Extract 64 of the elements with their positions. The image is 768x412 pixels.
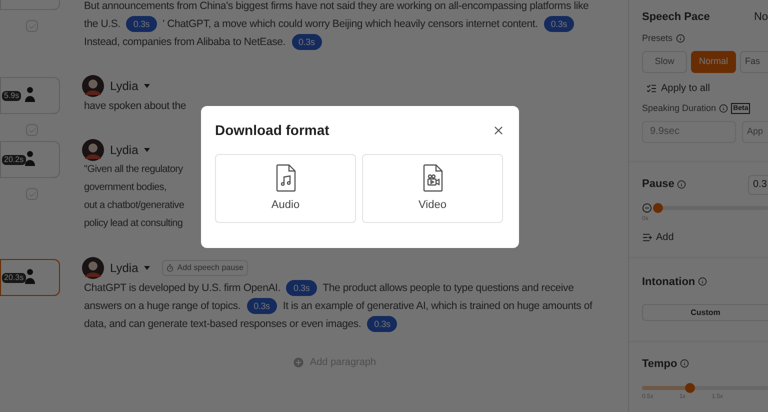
paragraph-line: "Given all the regulatory: [83, 163, 184, 177]
slider-thumb[interactable]: [684, 383, 695, 393]
timer-icon: [166, 264, 174, 272]
scene-thumbnail[interactable]: 20.3s: [0, 259, 60, 296]
pause-tag[interactable]: 0.3s: [292, 34, 322, 50]
section-title: Intonation: [642, 274, 696, 290]
info-icon[interactable]: [676, 34, 685, 43]
preset-button[interactable]: Normal: [691, 51, 736, 73]
add-speech-pause-button[interactable]: Add speech pause: [162, 260, 248, 276]
caret-icon: [144, 266, 150, 270]
info-icon[interactable]: [698, 277, 708, 286]
person-icon: [25, 268, 35, 284]
caret-icon: [144, 84, 150, 88]
section-title: Tempo: [642, 356, 678, 372]
section-title: Speech Pace: [642, 10, 710, 25]
format-option[interactable]: Audio: [215, 154, 356, 223]
duration-label: 5.9s: [2, 90, 22, 100]
avatar-icon: [82, 75, 104, 97]
video-file-icon: [422, 164, 442, 192]
paragraph-text[interactable]: But announcements from China's biggest firms have not said they are working on all-encompassing platforms like the U.S. 0.3s ' ChatGPT, a move which could worry Beijing which heavily censors internet content. 0.3s Instead, companies from Alibaba to NetEase. 0.3s: [82, 0, 607, 51]
apply-to-all-button[interactable]: Apply to all: [646, 81, 710, 96]
paragraph-line: government bodies,: [83, 181, 168, 195]
section-title: Pause: [642, 177, 674, 192]
paragraph-line: policy lead at consulting: [83, 217, 184, 231]
person-icon: [25, 150, 35, 166]
paragraph-text[interactable]: ChatGPT is developed by U.S. firm OpenAI. 0.3s The product allows people to type questions and receive answers on a huge range of topics. 0.3s It is an example of generative AI, which is trained on huge amounts of data, and can generate text-based responses or even images. 0.3s: [82, 279, 607, 333]
presets-label: Presets: [642, 32, 673, 44]
info-icon[interactable]: [677, 180, 686, 189]
speaker-dropdown[interactable]: Lydia: [108, 141, 152, 159]
pause-tag[interactable]: 0.3s: [286, 280, 317, 296]
pause-value-field[interactable]: 0.3: [748, 174, 768, 194]
pause-tag[interactable]: 0.3s: [246, 298, 277, 314]
pace-value: No: [754, 10, 768, 25]
scene-thumbnail[interactable]: 5.9s: [0, 77, 60, 114]
preset-button[interactable]: Slow: [642, 51, 687, 73]
speaker-dropdown[interactable]: Lydia: [108, 77, 152, 95]
pause-tag[interactable]: 0.3s: [126, 16, 157, 32]
caret-icon: [144, 148, 150, 152]
info-icon[interactable]: [680, 359, 690, 368]
info-icon[interactable]: [719, 104, 728, 114]
avatar-icon: [82, 257, 104, 279]
preset-button[interactable]: Fas: [740, 51, 768, 73]
plus-icon: [292, 356, 305, 369]
list-plus-icon: [642, 232, 653, 242]
person-icon: [25, 86, 35, 102]
speaker-dropdown[interactable]: Lydia: [108, 259, 152, 277]
music-file-icon: [276, 164, 296, 192]
slider-thumb[interactable]: [653, 202, 664, 212]
add-pause-button[interactable]: Add: [642, 230, 674, 244]
minus-icon[interactable]: [642, 202, 652, 212]
scene-thumbnail[interactable]: 20.2s: [0, 141, 60, 178]
slider-track[interactable]: [642, 386, 768, 390]
close-button[interactable]: [492, 124, 505, 137]
pause-tag[interactable]: 0.3s: [544, 16, 574, 32]
paragraph-line: out a chatbot/generative: [83, 199, 186, 213]
avatar-icon: [82, 139, 104, 161]
duration-label: 20.3s: [2, 272, 26, 282]
list-check-icon: [646, 83, 657, 94]
duration-label: Speaking Duration: [642, 102, 716, 115]
dialog-title: Download format: [215, 121, 330, 140]
intonation-option[interactable]: Custom: [642, 304, 768, 321]
pause-tag[interactable]: 0.3s: [367, 316, 398, 332]
duration-label: 20.2s: [2, 154, 26, 164]
format-option[interactable]: Video: [362, 154, 503, 223]
